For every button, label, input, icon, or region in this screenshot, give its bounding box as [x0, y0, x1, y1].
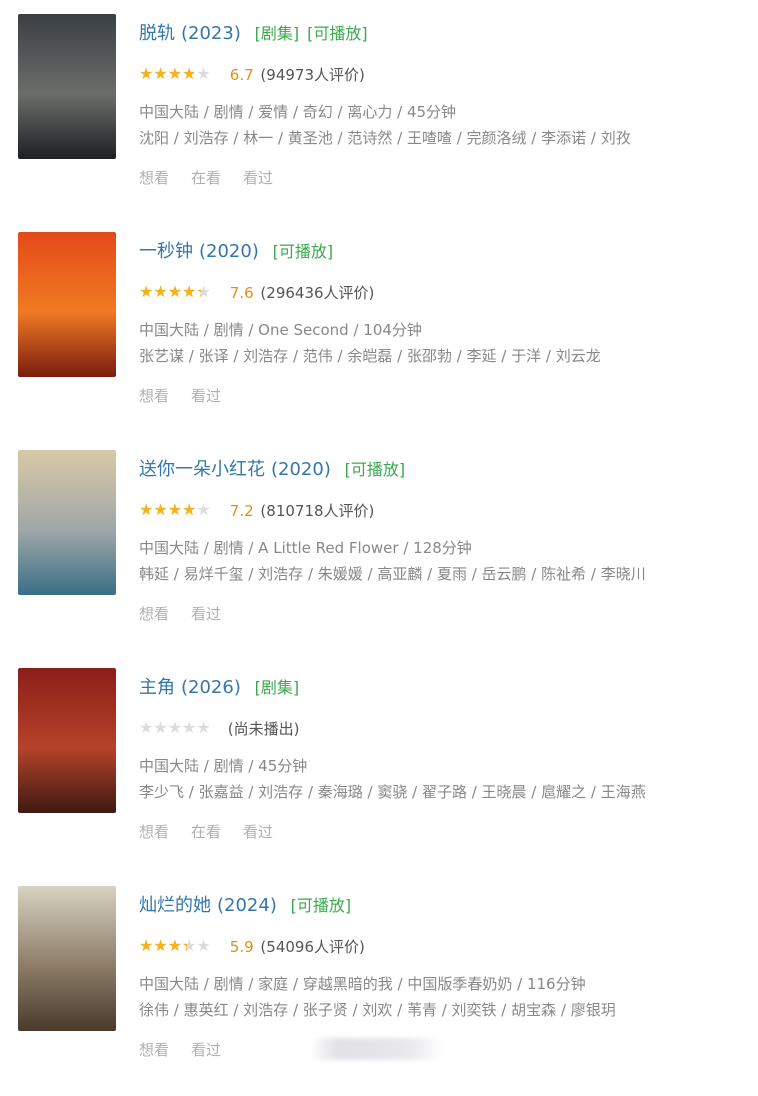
status-badge: [可播放] — [290, 896, 352, 915]
status-badge: [剧集] — [254, 678, 300, 697]
poster-art — [18, 450, 116, 595]
action-1-button[interactable]: 在看 — [191, 169, 221, 187]
poster-image[interactable] — [18, 450, 116, 595]
action-1-button[interactable]: 看过 — [191, 605, 221, 623]
item-meta: 中国大陆 / 剧情 / 家庭 / 穿越黑暗的我 / 中国版季春奶奶 / 116分… — [139, 975, 586, 993]
item-meta: 中国大陆 / 剧情 / A Little Red Flower / 128分钟 — [139, 539, 472, 557]
rating-stars: ★★★★★ ★★★★★ — [139, 284, 221, 300]
action-row: 想看 看过 — [139, 602, 243, 626]
item-cast: 李少飞 / 张嘉益 / 刘浩存 / 秦海璐 / 窦骁 / 翟子路 / 王晓晨 /… — [139, 783, 646, 801]
star-icons-filled: ★★★★★ — [139, 502, 198, 518]
item-year[interactable]: (2020) — [271, 459, 331, 480]
rating-line: ★★★★★ ★★★★★ 5.9 (54096人评价) — [139, 935, 365, 959]
action-1-button[interactable]: 在看 — [191, 823, 221, 841]
star-icons-filled: ★★★★★ — [139, 938, 187, 954]
rating-line: ★★★★★ ★★★★★ 7.6 (296436人评价) — [139, 281, 374, 305]
list-item: 灿烂的她 (2024) [可播放] ★★★★★ ★★★★★ 5.9 (54096人… — [0, 886, 758, 1096]
rating-line: ★★★★★ ★★★★★ 6.7 (94973人评价) — [139, 63, 365, 87]
action-row: 想看 在看 看过 — [139, 820, 295, 844]
poster-image[interactable] — [18, 668, 116, 813]
item-year[interactable]: (2020) — [199, 241, 259, 262]
title-line: 一秒钟 (2020) [可播放] — [139, 238, 333, 266]
action-2-button[interactable]: 看过 — [243, 169, 273, 187]
rating-score: 7.2 — [229, 502, 254, 520]
action-row: 想看 看过 — [139, 384, 243, 408]
action-2-button[interactable]: 看过 — [243, 823, 273, 841]
action-row: 想看 看过 — [139, 1038, 243, 1062]
item-year[interactable]: (2023) — [181, 23, 241, 44]
item-title[interactable]: 脱轨 — [139, 23, 175, 44]
status-badge: [可播放] — [344, 460, 406, 479]
title-line: 送你一朵小红花 (2020) [可播放] — [139, 456, 405, 484]
poster-art — [18, 14, 116, 159]
rating-score: 7.6 — [229, 284, 254, 302]
poster-image[interactable] — [18, 14, 116, 159]
rating-score: 5.9 — [229, 938, 254, 956]
rating-votes: (尚未播出) — [227, 720, 300, 738]
poster-image[interactable] — [18, 232, 116, 377]
item-title[interactable]: 灿烂的她 — [139, 895, 211, 916]
item-title[interactable]: 送你一朵小红花 — [139, 459, 265, 480]
item-meta: 中国大陆 / 剧情 / One Second / 104分钟 — [139, 321, 422, 339]
rating-line: ★★★★★ ★★★★★ 7.2 (810718人评价) — [139, 499, 374, 523]
action-0-button[interactable]: 想看 — [139, 387, 169, 405]
item-meta: 中国大陆 / 剧情 / 45分钟 — [139, 757, 308, 775]
title-line: 脱轨 (2023) [剧集] [可播放] — [139, 20, 368, 48]
rating-votes: (296436人评价) — [260, 284, 375, 302]
rating-stars: ★★★★★ ★★★★★ — [139, 66, 221, 82]
action-0-button[interactable]: 想看 — [139, 1041, 169, 1059]
action-1-button[interactable]: 看过 — [191, 387, 221, 405]
poster-art — [18, 232, 116, 377]
item-meta: 中国大陆 / 剧情 / 爱情 / 奇幻 / 离心力 / 45分钟 — [139, 103, 457, 121]
rating-votes: (810718人评价) — [260, 502, 375, 520]
rating-stars: ★★★★★ ★★★★★ — [139, 938, 221, 954]
item-title[interactable]: 一秒钟 — [139, 241, 193, 262]
rating-votes: (94973人评价) — [260, 66, 365, 84]
item-cast: 沈阳 / 刘浩存 / 林一 / 黄圣池 / 范诗然 / 王喳喳 / 完颜洛绒 /… — [139, 129, 631, 147]
status-badge: [可播放] — [272, 242, 334, 261]
action-row: 想看 在看 看过 — [139, 166, 295, 190]
action-0-button[interactable]: 想看 — [139, 605, 169, 623]
list-item: 一秒钟 (2020) [可播放] ★★★★★ ★★★★★ 7.6 (296436人… — [0, 232, 758, 442]
poster-art — [18, 668, 116, 813]
star-icons-filled: ★★★★★ — [139, 66, 194, 82]
action-1-button[interactable]: 看过 — [191, 1041, 221, 1059]
rating-stars: ★★★★★ ★★★★★ — [139, 720, 221, 736]
rating-score: 6.7 — [229, 66, 254, 84]
poster-image[interactable] — [18, 886, 116, 1031]
list-item: 脱轨 (2023) [剧集] [可播放] ★★★★★ ★★★★★ 6.7 (9497… — [0, 14, 758, 224]
star-icons-empty: ★★★★★ — [139, 718, 211, 737]
rating-stars: ★★★★★ ★★★★★ — [139, 502, 221, 518]
blurred-watermark — [310, 1038, 445, 1060]
rating-line: ★★★★★ ★★★★★ (尚未播出) — [139, 717, 300, 741]
list-item: 送你一朵小红花 (2020) [可播放] ★★★★★ ★★★★★ 7.2 (810… — [0, 450, 758, 660]
action-0-button[interactable]: 想看 — [139, 169, 169, 187]
rating-votes: (54096人评价) — [260, 938, 365, 956]
status-badge: [剧集] — [254, 24, 300, 43]
item-year[interactable]: (2026) — [181, 677, 241, 698]
action-0-button[interactable]: 想看 — [139, 823, 169, 841]
title-line: 灿烂的她 (2024) [可播放] — [139, 892, 351, 920]
title-line: 主角 (2026) [剧集] — [139, 674, 299, 702]
item-year[interactable]: (2024) — [217, 895, 277, 916]
star-icons-filled: ★★★★★ — [139, 284, 201, 300]
item-cast: 韩延 / 易烊千玺 / 刘浩存 / 朱媛媛 / 高亚麟 / 夏雨 / 岳云鹏 /… — [139, 565, 646, 583]
item-cast: 张艺谋 / 张译 / 刘浩存 / 范伟 / 余皑磊 / 张邵勃 / 李延 / 于… — [139, 347, 601, 365]
list-item: 主角 (2026) [剧集] ★★★★★ ★★★★★ (尚未播出) 中国大陆 / … — [0, 668, 758, 878]
item-cast: 徐伟 / 惠英红 / 刘浩存 / 张子贤 / 刘欢 / 苇青 / 刘奕铁 / 胡… — [139, 1001, 616, 1019]
poster-art — [18, 886, 116, 1031]
item-title[interactable]: 主角 — [139, 677, 175, 698]
status-badge: [可播放] — [307, 24, 368, 43]
